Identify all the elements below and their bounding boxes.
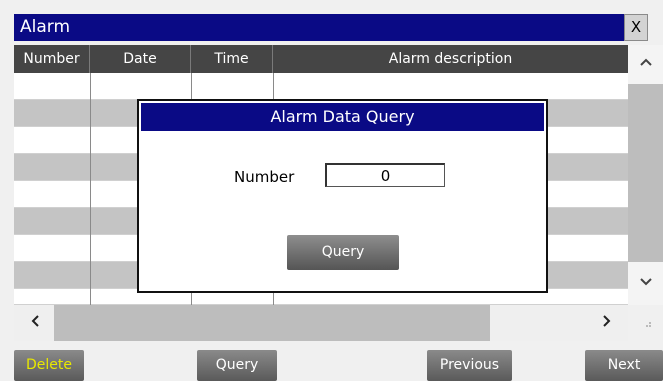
delete-button[interactable]: Delete	[14, 350, 84, 381]
column-header-time[interactable]: Time	[191, 45, 273, 73]
alarm-data-query-dialog: Alarm Data Query Number 0 Query	[137, 99, 548, 293]
close-button[interactable]: X	[624, 14, 648, 41]
query-button[interactable]: Query	[197, 350, 277, 381]
vertical-scroll-thumb[interactable]	[628, 84, 663, 262]
window-title: Alarm	[14, 14, 624, 41]
column-header-number[interactable]: Number	[14, 45, 90, 73]
column-header-alarm-description[interactable]: Alarm description	[273, 45, 628, 73]
horizontal-scroll-thumb[interactable]	[54, 305, 490, 341]
column-header-date[interactable]: Date	[90, 45, 191, 73]
scroll-left-icon[interactable]	[20, 305, 50, 341]
number-input[interactable]: 0	[325, 163, 445, 187]
dialog-title: Alarm Data Query	[141, 103, 544, 131]
resize-grip-icon[interactable]	[640, 318, 654, 330]
scroll-up-icon[interactable]	[628, 52, 663, 74]
number-label: Number	[234, 168, 295, 186]
table-row[interactable]	[14, 73, 628, 100]
dialog-query-button[interactable]: Query	[287, 235, 399, 270]
scroll-right-icon[interactable]	[592, 305, 622, 341]
scroll-down-icon[interactable]	[628, 272, 663, 294]
next-button[interactable]: Next	[585, 350, 663, 381]
table-header: Number Date Time Alarm description	[14, 45, 628, 73]
previous-button[interactable]: Previous	[427, 350, 512, 381]
column-divider	[90, 73, 91, 305]
